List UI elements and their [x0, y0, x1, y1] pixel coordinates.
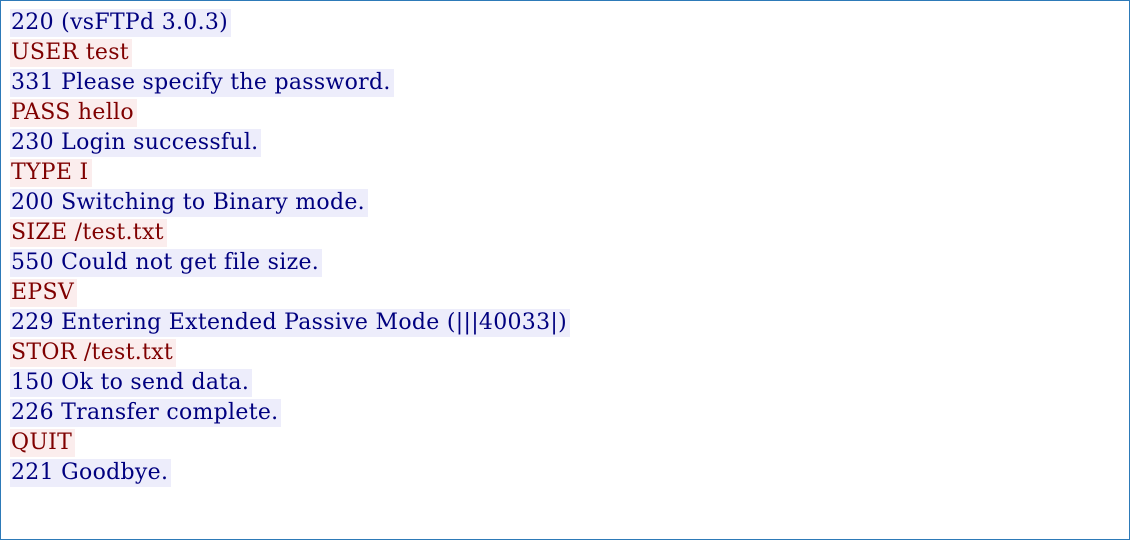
server-line: 229 Entering Extended Passive Mode (|||4… [10, 309, 1129, 339]
stream-line-text: USER test [10, 39, 132, 67]
server-line: 331 Please specify the password. [10, 69, 1129, 99]
client-line: EPSV [10, 279, 1129, 309]
server-line: 150 Ok to send data. [10, 369, 1129, 399]
server-line: 550 Could not get file size. [10, 249, 1129, 279]
ftp-stream-view[interactable]: 220 (vsFTPd 3.0.3) USER test 331 Please … [0, 0, 1130, 540]
client-line: SIZE /test.txt [10, 219, 1129, 249]
server-line: 220 (vsFTPd 3.0.3) [10, 9, 1129, 39]
stream-line-text: EPSV [10, 279, 78, 307]
stream-line-text: 550 Could not get file size. [10, 249, 323, 277]
server-line: 226 Transfer complete. [10, 399, 1129, 429]
client-line: STOR /test.txt [10, 339, 1129, 369]
stream-line-text: 230 Login successful. [10, 129, 262, 157]
client-line: TYPE I [10, 159, 1129, 189]
stream-line-text: SIZE /test.txt [10, 219, 167, 247]
client-line: PASS hello [10, 99, 1129, 129]
stream-line-text: 200 Switching to Binary mode. [10, 189, 368, 217]
stream-line-text: 220 (vsFTPd 3.0.3) [10, 9, 232, 37]
server-line: 200 Switching to Binary mode. [10, 189, 1129, 219]
client-line: USER test [10, 39, 1129, 69]
server-line: 230 Login successful. [10, 129, 1129, 159]
stream-line-text: STOR /test.txt [10, 339, 177, 367]
stream-line-text: QUIT [10, 429, 76, 457]
stream-line-text: 226 Transfer complete. [10, 399, 282, 427]
stream-line-text: 229 Entering Extended Passive Mode (|||4… [10, 309, 571, 337]
server-line: 221 Goodbye. [10, 459, 1129, 489]
stream-line-text: PASS hello [10, 99, 137, 127]
stream-line-text: 150 Ok to send data. [10, 369, 253, 397]
stream-line-text: 331 Please specify the password. [10, 69, 394, 97]
stream-line-text: 221 Goodbye. [10, 459, 172, 487]
client-line: QUIT [10, 429, 1129, 459]
stream-line-text: TYPE I [10, 159, 92, 187]
